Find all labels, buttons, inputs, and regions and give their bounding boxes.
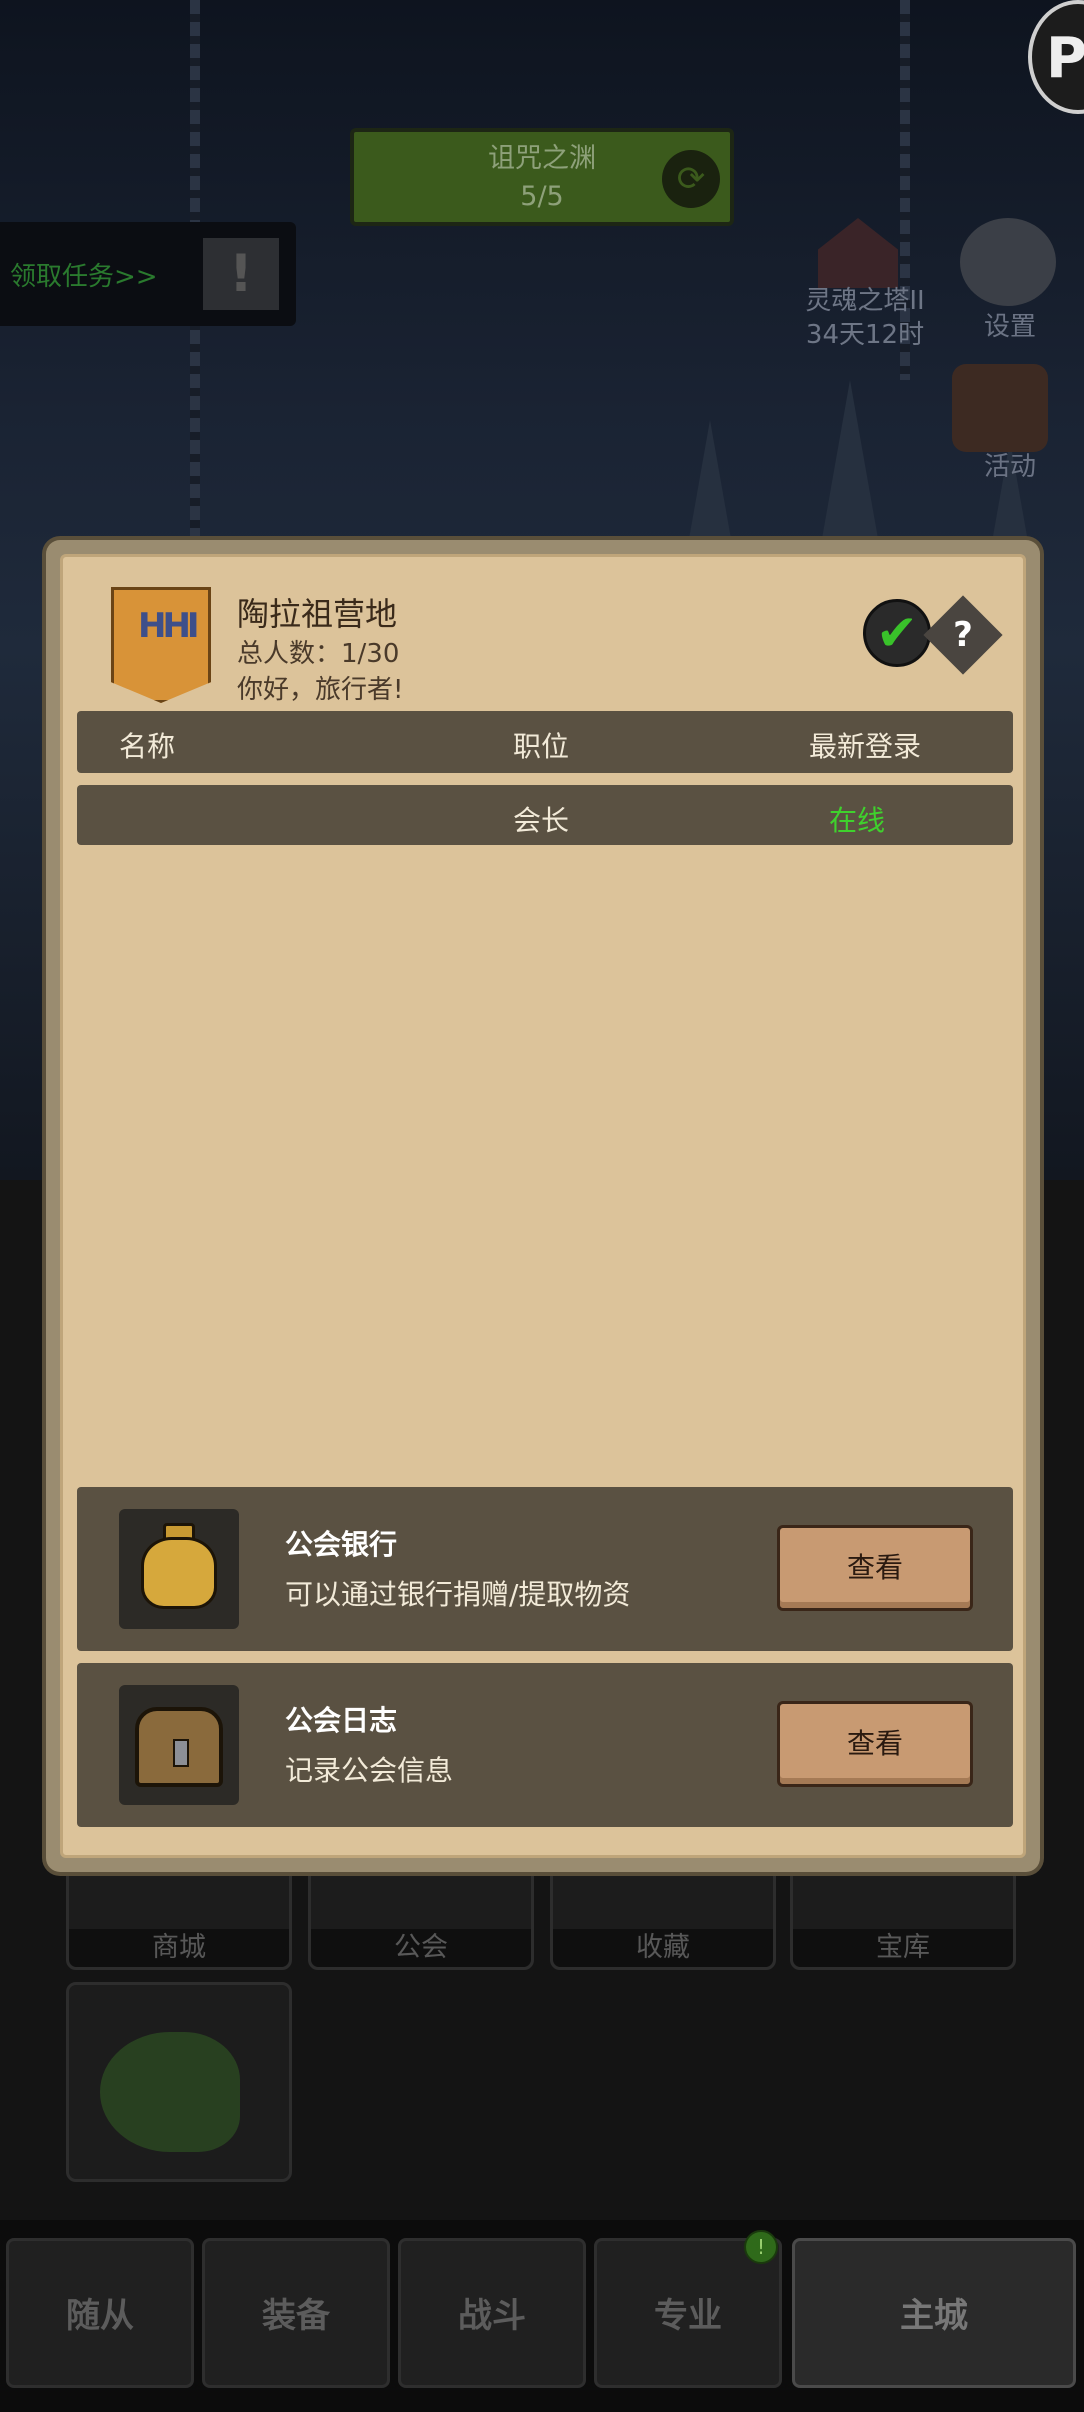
- guild-modal: HHI 陶拉祖营地 总人数：1/30 你好，旅行者! ✔ ? 名称 职位 最新登…: [46, 540, 1040, 1872]
- bag-body: [141, 1537, 217, 1609]
- guild-log-section: 公会日志 记录公会信息 查看: [77, 1663, 1013, 1827]
- guild-bank-section: 公会银行 可以通过银行捐赠/提取物资 查看: [77, 1487, 1013, 1651]
- guild-bank-desc: 可以通过银行捐赠/提取物资: [285, 1578, 631, 1611]
- nav-followers[interactable]: 随从: [6, 2238, 194, 2388]
- tile-label: 商城: [69, 1929, 289, 1967]
- nav-equipment[interactable]: 装备: [202, 2238, 390, 2388]
- guild-bank-view-button[interactable]: 查看: [777, 1525, 973, 1611]
- activity-scroll-icon[interactable]: [952, 364, 1048, 452]
- tower-info[interactable]: 灵魂之塔II 34天12时: [790, 284, 940, 352]
- curse-abyss-button[interactable]: 诅咒之渊 5/5 ⟳: [350, 128, 734, 226]
- activity-label: 活动: [983, 452, 1036, 482]
- chest-lock: [173, 1739, 189, 1767]
- column-position: 职位: [513, 730, 570, 763]
- dragon-icon: [100, 2032, 240, 2152]
- guild-log-view-button[interactable]: 查看: [777, 1701, 973, 1787]
- chest-icon: [119, 1685, 239, 1805]
- exclamation-icon[interactable]: !: [203, 238, 279, 310]
- notification-badge: !: [744, 2230, 778, 2264]
- member-table-header: 名称 职位 最新登录: [77, 711, 1013, 773]
- member-status: 在线: [829, 804, 886, 837]
- member-position: 会长: [513, 804, 570, 837]
- column-name: 名称: [119, 730, 176, 763]
- guild-bank-title: 公会银行: [285, 1528, 398, 1561]
- help-icon[interactable]: ?: [923, 595, 1003, 675]
- banner-mark: HHI: [138, 606, 200, 646]
- guild-log-title: 公会日志: [285, 1704, 398, 1737]
- guild-banner-icon: HHI: [111, 587, 211, 703]
- guild-greeting: 你好，旅行者!: [237, 675, 404, 705]
- money-bag-icon: [119, 1509, 239, 1629]
- spire-decoration: [820, 380, 880, 550]
- quest-label: 领取任务>>: [10, 262, 158, 292]
- help-glyph: ?: [953, 615, 973, 655]
- guild-log-desc: 记录公会信息: [285, 1754, 454, 1787]
- gear-icon[interactable]: [960, 218, 1056, 306]
- tower-time: 34天12时: [805, 320, 925, 350]
- chest-body: [135, 1707, 223, 1787]
- member-row[interactable]: 会长 在线: [77, 785, 1013, 845]
- column-last-login: 最新登录: [809, 730, 922, 763]
- tile-label: 公会: [311, 1929, 531, 1967]
- nav-battle[interactable]: 战斗: [398, 2238, 586, 2388]
- tower-name: 灵魂之塔II: [805, 286, 925, 316]
- refresh-icon: ⟳: [662, 150, 720, 208]
- settings-label: 设置: [983, 312, 1036, 342]
- check-icon[interactable]: ✔: [863, 599, 931, 667]
- guild-member-count: 总人数：1/30: [237, 639, 400, 669]
- tile-label: 宝库: [793, 1929, 1013, 1967]
- tile-label: 收藏: [553, 1929, 773, 1967]
- guild-name: 陶拉祖营地: [237, 595, 398, 633]
- guild-panel: HHI 陶拉祖营地 总人数：1/30 你好，旅行者! ✔ ? 名称 职位 最新登…: [60, 554, 1026, 1858]
- nav-main-city[interactable]: 主城: [792, 2238, 1076, 2388]
